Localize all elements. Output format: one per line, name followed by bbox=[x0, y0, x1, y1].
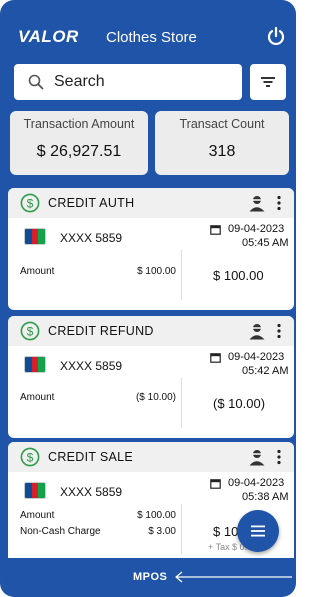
amount-label: Amount bbox=[20, 510, 55, 521]
arrow-left-icon[interactable] bbox=[174, 570, 294, 584]
transaction-card-header: $ CREDIT SALE bbox=[8, 442, 294, 472]
search-input[interactable]: Search bbox=[14, 64, 242, 100]
more-options-icon[interactable] bbox=[276, 449, 282, 465]
amount-value: $ 100.00 bbox=[137, 510, 176, 521]
search-label: Search bbox=[54, 73, 105, 90]
power-icon[interactable] bbox=[266, 26, 286, 46]
jcb-card-icon bbox=[24, 228, 46, 245]
noncash-charge-value: $ 3.00 bbox=[148, 526, 176, 537]
transaction-amount-label: Transaction Amount bbox=[23, 117, 135, 131]
header: VALOR Clothes Store bbox=[0, 0, 296, 64]
amount-value: ($ 10.00) bbox=[135, 392, 176, 403]
svg-text:$: $ bbox=[27, 450, 34, 464]
amount-value: $ 100.00 bbox=[137, 266, 176, 277]
calendar-icon bbox=[210, 225, 221, 235]
transaction-time: 05:38 AM bbox=[242, 491, 289, 503]
menu-fab-button[interactable] bbox=[237, 510, 279, 552]
transaction-card[interactable]: $ CREDIT REFUND XXXX 5859 09-04-2023 05:… bbox=[8, 316, 294, 438]
more-options-icon[interactable] bbox=[276, 323, 282, 339]
transaction-type: CREDIT AUTH bbox=[48, 196, 135, 210]
user-icon[interactable] bbox=[248, 322, 266, 340]
mpos-label[interactable]: MPOS bbox=[133, 571, 167, 583]
amount-label: Amount bbox=[20, 392, 55, 403]
dollar-circle-icon: $ bbox=[20, 447, 40, 467]
transact-count-label: Transact Count bbox=[179, 117, 265, 131]
transaction-type: CREDIT REFUND bbox=[48, 324, 154, 338]
store-title: Clothes Store bbox=[106, 29, 197, 46]
calendar-icon bbox=[210, 353, 221, 363]
noncash-charge-label: Non-Cash Charge bbox=[20, 526, 101, 537]
dollar-circle-icon: $ bbox=[20, 193, 40, 213]
transaction-card-header: $ CREDIT AUTH bbox=[8, 188, 294, 218]
divider bbox=[181, 378, 182, 428]
transact-count-card: Transact Count 318 bbox=[155, 111, 289, 175]
transaction-card[interactable]: $ CREDIT AUTH XXXX 5859 09-04-2023 05:45… bbox=[8, 188, 294, 310]
bottom-bar: MPOS bbox=[0, 560, 296, 597]
transaction-date: 09-04-2023 bbox=[228, 477, 285, 489]
card-number: XXXX 5859 bbox=[60, 359, 123, 373]
filter-button[interactable] bbox=[250, 64, 286, 100]
calendar-icon bbox=[210, 479, 221, 489]
card-number: XXXX 5859 bbox=[60, 485, 123, 499]
transaction-type: CREDIT SALE bbox=[48, 450, 134, 464]
app-screen: VALOR Clothes Store Search Transaction A… bbox=[0, 0, 296, 597]
transaction-card-header: $ CREDIT REFUND bbox=[8, 316, 294, 346]
transaction-list[interactable]: $ CREDIT AUTH XXXX 5859 09-04-2023 05:45… bbox=[0, 186, 296, 558]
jcb-card-icon bbox=[24, 482, 46, 499]
transaction-amount-card: Transaction Amount $ 26,927.51 bbox=[10, 111, 148, 175]
transaction-time: 05:42 AM bbox=[242, 365, 289, 377]
transaction-total: $ 10 bbox=[213, 524, 239, 539]
transact-count-value: 318 bbox=[208, 143, 236, 160]
search-icon bbox=[28, 74, 44, 90]
transaction-date: 09-04-2023 bbox=[228, 223, 285, 235]
brand-logo: VALOR bbox=[18, 27, 79, 46]
user-icon[interactable] bbox=[248, 448, 266, 466]
dollar-circle-icon: $ bbox=[20, 321, 40, 341]
svg-text:$: $ bbox=[27, 196, 34, 210]
transaction-amount-value: $ 26,927.51 bbox=[36, 143, 122, 160]
divider bbox=[181, 504, 182, 554]
card-number: XXXX 5859 bbox=[60, 231, 123, 245]
jcb-card-icon bbox=[24, 356, 46, 373]
transaction-total: ($ 10.00) bbox=[213, 396, 266, 411]
svg-text:$: $ bbox=[27, 324, 34, 338]
amount-label: Amount bbox=[20, 266, 55, 277]
menu-icon bbox=[251, 525, 265, 537]
transaction-total: $ 100.00 bbox=[213, 268, 264, 283]
more-options-icon[interactable] bbox=[276, 195, 282, 211]
transaction-date: 09-04-2023 bbox=[228, 351, 285, 363]
filter-icon bbox=[261, 77, 275, 87]
divider bbox=[181, 250, 182, 300]
user-icon[interactable] bbox=[248, 194, 266, 212]
transaction-time: 05:45 AM bbox=[242, 237, 289, 249]
